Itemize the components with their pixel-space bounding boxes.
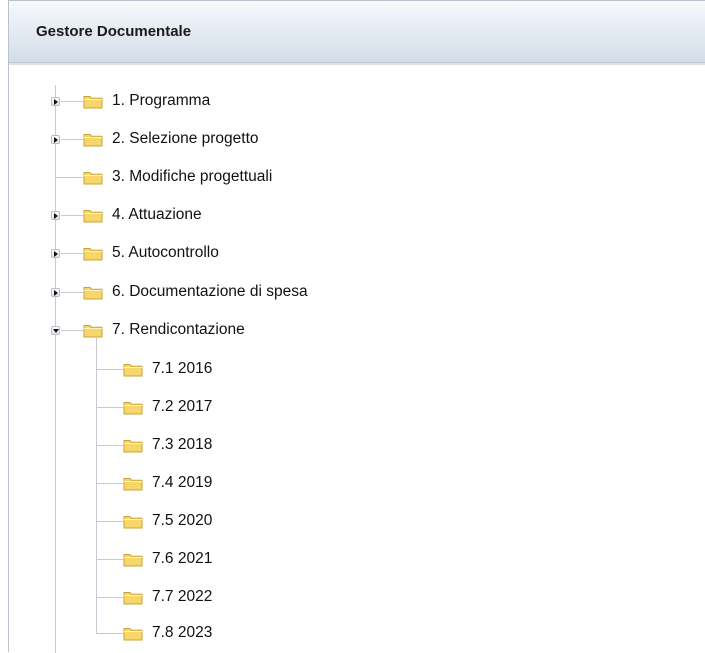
tree-node-label: 4. Attuazione — [112, 206, 202, 223]
tree-node-label: 3. Modifiche progettuali — [112, 168, 273, 185]
tree-child-line — [96, 338, 97, 633]
folder-icon — [123, 592, 143, 605]
tree-node-rendicontazione[interactable]: 7. Rendicontazione — [83, 317, 245, 343]
folder-icon — [123, 478, 143, 491]
tree-node-modifiche-progettuali[interactable]: 3. Modifiche progettuali — [83, 164, 272, 190]
folder-icon — [83, 96, 103, 109]
expand-toggle[interactable] — [51, 97, 60, 106]
tree-node-label: 7. Rendicontazione — [112, 321, 245, 338]
tree-connector — [96, 445, 123, 446]
folder-icon — [83, 287, 103, 300]
tree-connector — [61, 292, 83, 293]
tree-connector — [96, 559, 123, 560]
tree-node-label: 7.7 2022 — [152, 588, 213, 605]
tree-connector — [61, 330, 83, 331]
tree-node-label: 7.6 2021 — [152, 550, 213, 567]
expand-toggle[interactable] — [51, 249, 60, 258]
tree-child-2017[interactable]: 7.2 2017 — [123, 394, 212, 420]
tree-node-programma[interactable]: 1. Programma — [83, 88, 210, 114]
folder-icon — [123, 440, 143, 453]
tree-node-label: 1. Programma — [112, 92, 211, 109]
tree-connector — [61, 253, 83, 254]
tree-connector — [61, 139, 83, 140]
tree-node-label: 7.3 2018 — [152, 436, 213, 453]
tree-root-line — [55, 85, 56, 653]
tree-node-label: 7.2 2017 — [152, 398, 213, 415]
document-manager-panel: Gestore Documentale 1. Programma 2. Sele… — [8, 0, 705, 653]
triangle-right-icon — [54, 136, 58, 143]
tree-node-autocontrollo[interactable]: 5. Autocontrollo — [83, 240, 219, 266]
tree-node-label: 5. Autocontrollo — [112, 244, 219, 261]
tree-connector — [61, 215, 83, 216]
expand-toggle[interactable] — [51, 288, 60, 297]
tree-connector — [55, 177, 83, 178]
expand-toggle[interactable] — [51, 211, 60, 220]
triangle-right-icon — [54, 289, 58, 296]
folder-icon — [123, 402, 143, 415]
tree-connector — [96, 483, 123, 484]
tree-node-selezione-progetto[interactable]: 2. Selezione progetto — [83, 126, 259, 152]
expand-toggle[interactable] — [51, 135, 60, 144]
tree-connector — [61, 101, 83, 102]
folder-icon — [83, 172, 103, 185]
tree-node-label: 7.5 2020 — [152, 512, 213, 529]
folder-icon — [123, 628, 143, 641]
tree-connector — [96, 407, 123, 408]
tree-child-2019[interactable]: 7.4 2019 — [123, 470, 212, 496]
triangle-right-icon — [54, 212, 58, 219]
folder-icon — [83, 248, 103, 261]
tree-node-label: 2. Selezione progetto — [112, 130, 259, 147]
tree-node-documentazione-di-spesa[interactable]: 6. Documentazione di spesa — [83, 279, 308, 305]
tree-connector — [96, 521, 123, 522]
collapse-toggle[interactable] — [51, 326, 60, 335]
folder-icon — [123, 364, 143, 377]
folder-icon — [123, 516, 143, 529]
tree-connector — [96, 597, 123, 598]
folder-icon — [83, 210, 103, 223]
tree-node-label: 7.4 2019 — [152, 474, 213, 491]
tree-node-label: 7.8 2023 — [152, 624, 213, 641]
tree-node-label: 7.1 2016 — [152, 360, 213, 377]
tree-connector — [96, 633, 123, 634]
folder-icon — [83, 325, 103, 338]
tree-child-2023[interactable]: 7.8 2023 — [123, 620, 212, 646]
folder-tree: 1. Programma 2. Selezione progetto 3. Mo… — [9, 63, 705, 653]
tree-node-attuazione[interactable]: 4. Attuazione — [83, 202, 202, 228]
tree-connector — [96, 369, 123, 370]
triangle-down-icon — [52, 329, 59, 333]
tree-child-2018[interactable]: 7.3 2018 — [123, 432, 212, 458]
panel-title: Gestore Documentale — [36, 23, 192, 40]
tree-node-label: 6. Documentazione di spesa — [112, 283, 308, 300]
folder-icon — [123, 554, 143, 567]
tree-child-2020[interactable]: 7.5 2020 — [123, 508, 212, 534]
panel-header: Gestore Documentale — [9, 1, 705, 63]
folder-icon — [83, 134, 103, 147]
tree-child-2016[interactable]: 7.1 2016 — [123, 356, 212, 382]
tree-child-2021[interactable]: 7.6 2021 — [123, 546, 212, 572]
tree-child-2022[interactable]: 7.7 2022 — [123, 584, 212, 610]
triangle-right-icon — [54, 98, 58, 105]
triangle-right-icon — [54, 250, 58, 257]
